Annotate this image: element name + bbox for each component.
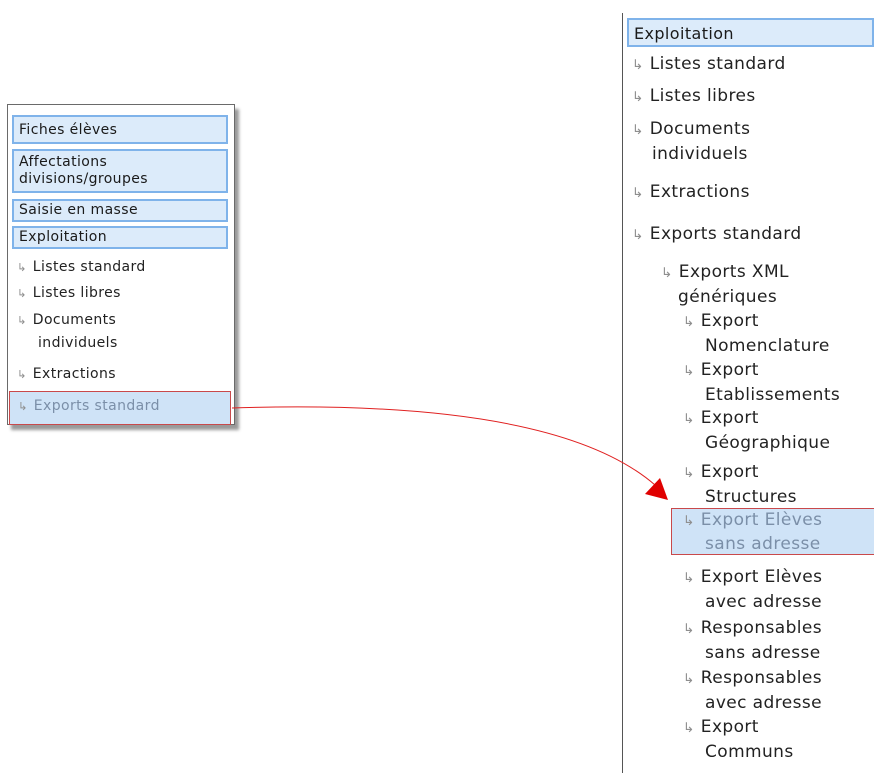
connector-arrowhead bbox=[645, 478, 668, 500]
red-arrow-connector bbox=[231, 406, 668, 500]
connector-line bbox=[231, 406, 656, 486]
